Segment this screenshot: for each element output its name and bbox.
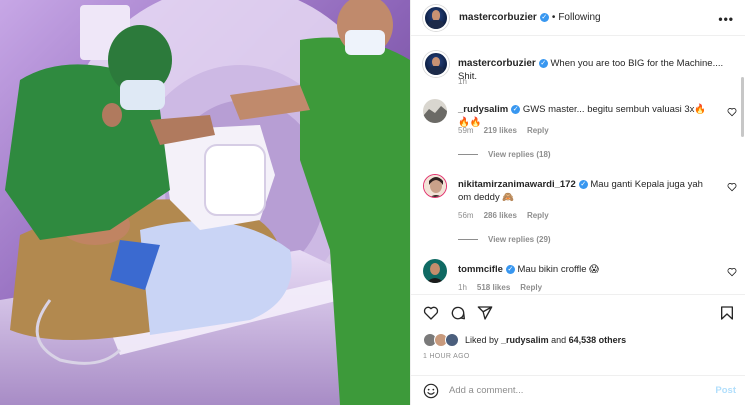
follow-status-button[interactable]: Following [558, 12, 600, 23]
view-replies-button[interactable]: View replies (18) [458, 150, 551, 159]
author-username[interactable]: mastercorbuzier [459, 12, 537, 23]
comment-text-line: nikitamirzanimawardi_172 ✓ Mau ganti Kepa… [458, 178, 713, 204]
avatar-image-icon [423, 99, 447, 123]
comment-text: Mau bikin croffle 😱 [517, 264, 600, 275]
add-comment-input[interactable] [449, 385, 699, 396]
comment-likes[interactable]: 518 likes [477, 283, 510, 292]
post-photo[interactable] [0, 0, 410, 405]
separator-dot: • [551, 12, 556, 23]
view-replies-button[interactable]: View replies (29) [458, 235, 551, 244]
caption-time[interactable]: 1h [458, 77, 467, 86]
comments-scrollbar[interactable] [741, 77, 744, 137]
comment-icon[interactable] [450, 305, 466, 321]
view-replies-label: View replies (29) [488, 235, 551, 244]
view-replies-line [458, 239, 478, 240]
reply-button[interactable]: Reply [527, 126, 549, 135]
commenter-username[interactable]: tommcifle [458, 264, 503, 275]
share-icon[interactable] [477, 305, 493, 321]
comment-meta: 56m 286 likes Reply [458, 211, 549, 220]
liked-by-others[interactable]: 64,538 others [569, 335, 627, 345]
caption-text-line: mastercorbuzier ✓ When you are too BIG fo… [458, 57, 738, 83]
commenter-avatar[interactable] [423, 99, 447, 123]
reply-button[interactable]: Reply [527, 211, 549, 220]
avatar-image-icon [424, 175, 446, 197]
liked-by-user[interactable]: _rudysalim [501, 335, 549, 345]
post-side-panel: mastercorbuzier ✓ • Following ••• master… [410, 0, 745, 405]
bookmark-icon[interactable] [719, 305, 735, 321]
comment-item: tommcifle ✓ Mau bikin croffle 😱 1h 518 li… [423, 259, 745, 292]
avatar-image-icon [423, 259, 447, 283]
comment-meta: 1h 518 likes Reply [458, 283, 542, 292]
commenter-avatar[interactable] [423, 259, 447, 283]
caption-avatar[interactable] [423, 51, 449, 77]
verified-badge-icon: ✓ [505, 264, 515, 274]
view-replies-label: View replies (18) [488, 150, 551, 159]
verified-badge-icon: ✓ [539, 13, 549, 22]
comment-heart-icon[interactable] [727, 182, 737, 192]
verified-badge-icon: ✓ [578, 179, 588, 189]
verified-badge-icon: ✓ [538, 58, 548, 68]
view-replies-line [458, 154, 478, 155]
likes-summary: Liked by _rudysalim and 64,538 others [423, 333, 626, 347]
post-header: mastercorbuzier ✓ • Following ••• [411, 0, 745, 36]
post-timestamp[interactable]: 1 HOUR AGO [423, 353, 470, 360]
caption-username[interactable]: mastercorbuzier [458, 58, 536, 69]
post-actions-section: Liked by _rudysalim and 64,538 others 1 … [411, 294, 745, 374]
liker-avatar [445, 333, 459, 347]
comment-likes[interactable]: 219 likes [484, 126, 517, 135]
comment-heart-icon[interactable] [727, 107, 737, 117]
author-avatar[interactable] [423, 4, 449, 31]
liked-by-prefix: Liked by [465, 335, 499, 345]
heart-icon[interactable] [423, 305, 439, 321]
comment-item: nikitamirzanimawardi_172 ✓ Mau ganti Kepa… [423, 174, 745, 244]
post-photo-illustration [0, 0, 410, 405]
comment-heart-icon[interactable] [727, 267, 737, 277]
commenter-avatar[interactable] [423, 174, 447, 198]
commenter-username[interactable]: _rudysalim [458, 104, 508, 115]
commenter-username[interactable]: nikitamirzanimawardi_172 [458, 179, 576, 190]
add-comment-bar: Post [411, 375, 745, 405]
comment-age[interactable]: 56m [458, 211, 474, 220]
verified-badge-icon: ✓ [511, 104, 521, 114]
post-comment-button[interactable]: Post [715, 385, 736, 396]
emoji-icon[interactable] [423, 383, 439, 399]
comment-likes[interactable]: 286 likes [484, 211, 517, 220]
liked-by-and: and [551, 335, 567, 345]
comment-text-line: tommcifle ✓ Mau bikin croffle 😱 [458, 263, 713, 276]
comments-scroll-area[interactable]: mastercorbuzier ✓ When you are too BIG fo… [411, 37, 745, 292]
comment-age[interactable]: 59m [458, 126, 474, 135]
action-buttons-row [423, 305, 735, 325]
comment-age[interactable]: 1h [458, 283, 467, 292]
reply-button[interactable]: Reply [520, 283, 542, 292]
more-options-icon[interactable]: ••• [718, 12, 734, 26]
liker-avatars [423, 333, 461, 347]
comment-meta: 59m 219 likes Reply [458, 126, 549, 135]
